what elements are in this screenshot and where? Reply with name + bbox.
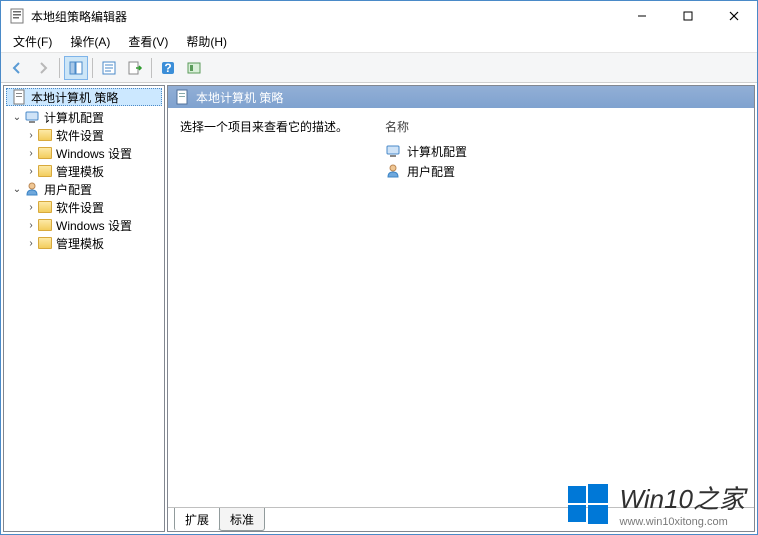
folder-icon xyxy=(38,201,52,213)
folder-icon xyxy=(38,237,52,249)
help-button[interactable]: ? xyxy=(156,56,180,80)
toolbar-separator xyxy=(151,58,152,78)
app-window: 本地组策略编辑器 文件(F) 操作(A) 查看(V) 帮助(H) ? 本地计算机… xyxy=(0,0,758,535)
menu-help[interactable]: 帮助(H) xyxy=(178,31,235,52)
expand-icon[interactable]: › xyxy=(24,202,38,213)
detail-header-title: 本地计算机 策略 xyxy=(196,89,283,106)
app-icon xyxy=(9,8,25,24)
tree-item-computer[interactable]: ⌄ 计算机配置 xyxy=(4,108,164,126)
tab-extended[interactable]: 扩展 xyxy=(174,508,220,531)
computer-icon xyxy=(385,143,401,159)
folder-icon xyxy=(38,129,52,141)
tree-item-software[interactable]: › 软件设置 xyxy=(4,126,164,144)
tree-item-software[interactable]: › 软件设置 xyxy=(4,198,164,216)
title-bar: 本地组策略编辑器 xyxy=(1,1,757,31)
properties-button[interactable] xyxy=(97,56,121,80)
detail-pane: 本地计算机 策略 选择一个项目来查看它的描述。 名称 计算机配置 用户配置 xyxy=(167,85,755,532)
export-button[interactable] xyxy=(123,56,147,80)
tree-label: 管理模板 xyxy=(56,235,104,252)
tree-label: 软件设置 xyxy=(56,127,104,144)
tree-label: 软件设置 xyxy=(56,199,104,216)
minimize-button[interactable] xyxy=(619,1,665,31)
tree-item-templates[interactable]: › 管理模板 xyxy=(4,162,164,180)
content-area: 本地计算机 策略 ⌄ 计算机配置 › 软件设置 › Windows 设置 › 管… xyxy=(1,83,757,534)
window-title: 本地组策略编辑器 xyxy=(31,8,619,25)
tree-item-user[interactable]: ⌄ 用户配置 xyxy=(4,180,164,198)
tree-label: 管理模板 xyxy=(56,163,104,180)
tree-label: 计算机配置 xyxy=(44,109,104,126)
tree-item-windows[interactable]: › Windows 设置 xyxy=(4,144,164,162)
detail-header: 本地计算机 策略 xyxy=(168,86,754,108)
user-icon xyxy=(24,181,40,197)
filter-button[interactable] xyxy=(182,56,206,80)
tree-item-templates[interactable]: › 管理模板 xyxy=(4,234,164,252)
folder-icon xyxy=(38,147,52,159)
tree-root[interactable]: 本地计算机 策略 xyxy=(6,88,162,106)
tabs-strip: 扩展 标准 xyxy=(168,507,754,531)
tree-label: 用户配置 xyxy=(44,181,92,198)
menu-view[interactable]: 查看(V) xyxy=(120,31,176,52)
column-header-name[interactable]: 名称 xyxy=(385,118,742,135)
menu-bar: 文件(F) 操作(A) 查看(V) 帮助(H) xyxy=(1,31,757,53)
list-column: 名称 计算机配置 用户配置 xyxy=(385,118,742,497)
list-item[interactable]: 计算机配置 xyxy=(385,141,742,161)
expand-icon[interactable]: › xyxy=(24,130,38,141)
folder-icon xyxy=(38,219,52,231)
nav-back-button[interactable] xyxy=(5,56,29,80)
tree-label: 本地计算机 策略 xyxy=(31,89,118,106)
toolbar-separator xyxy=(59,58,60,78)
toolbar: ? xyxy=(1,53,757,83)
user-icon xyxy=(385,163,401,179)
list-item[interactable]: 用户配置 xyxy=(385,161,742,181)
tree-label: Windows 设置 xyxy=(56,145,132,162)
tab-standard[interactable]: 标准 xyxy=(219,508,265,531)
collapse-icon[interactable]: ⌄ xyxy=(10,112,24,123)
list-item-label: 计算机配置 xyxy=(407,143,467,160)
expand-icon[interactable]: › xyxy=(24,166,38,177)
window-controls xyxy=(619,1,757,31)
document-icon xyxy=(11,89,27,105)
expand-icon[interactable]: › xyxy=(24,148,38,159)
expand-icon[interactable]: › xyxy=(24,238,38,249)
detail-body: 选择一个项目来查看它的描述。 名称 计算机配置 用户配置 xyxy=(168,108,754,507)
menu-action[interactable]: 操作(A) xyxy=(62,31,118,52)
folder-icon xyxy=(38,165,52,177)
description-text: 选择一个项目来查看它的描述。 xyxy=(180,118,385,497)
svg-text:?: ? xyxy=(164,61,171,75)
computer-icon xyxy=(24,109,40,125)
menu-file[interactable]: 文件(F) xyxy=(5,31,60,52)
list-item-label: 用户配置 xyxy=(407,163,455,180)
tree-item-windows[interactable]: › Windows 设置 xyxy=(4,216,164,234)
tree-pane[interactable]: 本地计算机 策略 ⌄ 计算机配置 › 软件设置 › Windows 设置 › 管… xyxy=(3,85,165,532)
collapse-icon[interactable]: ⌄ xyxy=(10,184,24,195)
document-icon xyxy=(174,89,190,105)
expand-icon[interactable]: › xyxy=(24,220,38,231)
tree-label: Windows 设置 xyxy=(56,217,132,234)
nav-forward-button[interactable] xyxy=(31,56,55,80)
maximize-button[interactable] xyxy=(665,1,711,31)
toolbar-separator xyxy=(92,58,93,78)
close-button[interactable] xyxy=(711,1,757,31)
show-tree-button[interactable] xyxy=(64,56,88,80)
